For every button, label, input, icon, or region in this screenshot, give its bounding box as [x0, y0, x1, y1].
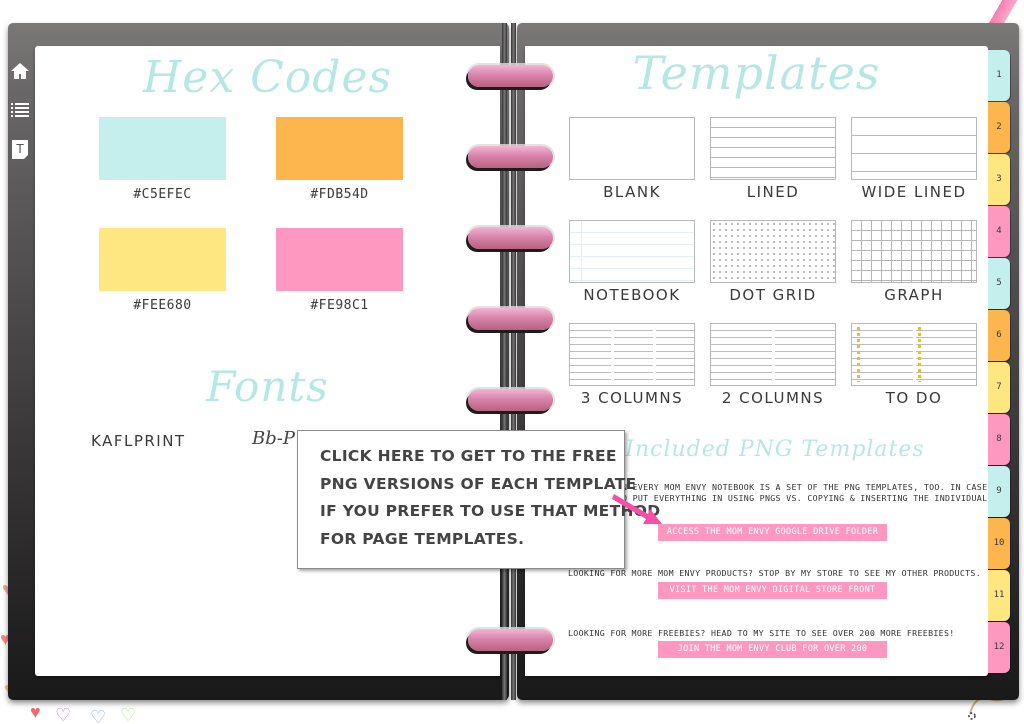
template-preview — [710, 323, 836, 386]
section-tab-10[interactable]: 10 — [988, 518, 1010, 569]
swatch-label: #FEE680 — [133, 298, 192, 313]
template-label: GRAPH — [884, 286, 944, 304]
template-label: LINED — [746, 183, 800, 201]
heart-icon: ♡ — [55, 705, 72, 724]
template-graph[interactable]: GRAPH — [851, 220, 977, 304]
template-blank[interactable]: BLANK — [569, 117, 695, 201]
callout-line: PNG VERSIONS OF EACH TEMPLATE — [320, 474, 637, 493]
callout-line: IF YOU PREFER TO USE THAT METHOD — [320, 502, 661, 520]
section-tab-5[interactable]: 5 — [988, 258, 1010, 309]
pointer-arrow-icon — [612, 494, 662, 524]
font-name: KAFLPRINT — [91, 432, 186, 450]
binder-ring — [468, 227, 553, 249]
fonts-title: Fonts — [206, 362, 329, 411]
section-tab-2[interactable]: 2 — [988, 102, 1010, 153]
template-preview — [851, 323, 977, 386]
template-to-do[interactable]: TO DO — [851, 323, 977, 407]
section-tab-7[interactable]: 7 — [988, 362, 1010, 413]
section-tab-3[interactable]: 3 — [988, 154, 1010, 205]
color-swatch — [99, 228, 226, 291]
template-3-columns[interactable]: 3 COLUMNS — [569, 323, 695, 407]
list-icon[interactable] — [9, 99, 31, 121]
color-swatch — [276, 228, 403, 291]
template-wide-lined[interactable]: WIDE LINED — [851, 117, 977, 201]
section-tab-8[interactable]: 8 — [988, 414, 1010, 465]
section-tab-6[interactable]: 6 — [988, 310, 1010, 361]
template-preview — [569, 323, 695, 386]
callout-line: CLICK HERE TO GET TO THE FREE — [320, 447, 617, 465]
section-tab-4[interactable]: 4 — [988, 206, 1010, 257]
template-preview — [851, 117, 977, 180]
hex-codes-title: Hex Codes — [142, 52, 393, 103]
swatch-label: #FDB54D — [310, 187, 369, 202]
binder-ring — [468, 146, 553, 168]
template-label: DOT GRID — [729, 286, 817, 304]
heart-icon: ♡ — [120, 705, 137, 724]
heart-icon: ♥ — [30, 702, 41, 722]
templates-title: Templates — [632, 46, 881, 100]
template-2-columns[interactable]: 2 COLUMNS — [710, 323, 836, 407]
png-info-text: N EVERY MOM ENVY NOTEBOOK IS A SET OF TH… — [622, 482, 1009, 492]
section-tab-9[interactable]: 9 — [988, 466, 1010, 517]
binder-ring — [468, 389, 553, 411]
sidebar-toolbar: T — [9, 60, 33, 177]
svg-text:T: T — [15, 142, 24, 156]
template-dot-grid[interactable]: DOT GRID — [710, 220, 836, 304]
template-label: NOTEBOOK — [583, 286, 681, 304]
google-drive-folder-button[interactable]: ACCESS THE MOM ENVY GOOGLE DRIVE FOLDER — [658, 524, 887, 541]
home-icon[interactable] — [9, 60, 31, 82]
template-preview — [710, 117, 836, 180]
template-lined[interactable]: LINED — [710, 117, 836, 201]
template-label: BLANK — [603, 183, 661, 201]
section-tab-11[interactable]: 11 — [988, 570, 1010, 621]
section-tab-12[interactable]: 12 — [988, 622, 1010, 673]
template-label: 3 COLUMNS — [580, 389, 684, 407]
template-label: WIDE LINED — [861, 183, 967, 201]
template-preview — [710, 220, 836, 283]
binder-ring — [468, 308, 553, 330]
heart-icon: ♡ — [90, 707, 107, 724]
section-tab-1[interactable]: 1 — [988, 50, 1010, 101]
color-swatch — [276, 117, 403, 180]
callout-line: FOR PAGE TEMPLATES. — [320, 529, 525, 548]
text-tool-icon[interactable]: T — [9, 138, 31, 160]
template-label: 2 COLUMNS — [721, 389, 825, 407]
template-preview — [851, 220, 977, 283]
color-swatch — [99, 117, 226, 180]
swatch-label: #C5EFEC — [133, 187, 192, 202]
binder-ring — [468, 629, 553, 651]
instruction-callout: CLICK HERE TO GET TO THE FREE PNG VERSIO… — [297, 430, 661, 569]
store-info-text: LOOKING FOR MORE MOM ENVY PRODUCTS? STOP… — [568, 568, 982, 578]
template-preview — [569, 117, 695, 180]
digital-store-button[interactable]: VISIT THE MOM ENVY DIGITAL STORE FRONT — [658, 582, 887, 599]
binder-spine — [502, 23, 516, 700]
template-label: TO DO — [885, 389, 943, 407]
mom-envy-club-button[interactable]: JOIN THE MOM ENVY CLUB FOR OVER 200 FREE… — [658, 641, 887, 671]
font-sample: Bb-P — [252, 428, 295, 449]
template-preview — [569, 220, 695, 283]
swatch-label: #FE98C1 — [310, 298, 369, 313]
template-notebook[interactable]: NOTEBOOK — [569, 220, 695, 304]
freebies-info-text: LOOKING FOR MORE FREEBIES? HEAD TO MY SI… — [568, 628, 955, 638]
png-info-text: O PUT EVERYTHING IN USING PNGS VS. COPYI… — [622, 493, 988, 503]
